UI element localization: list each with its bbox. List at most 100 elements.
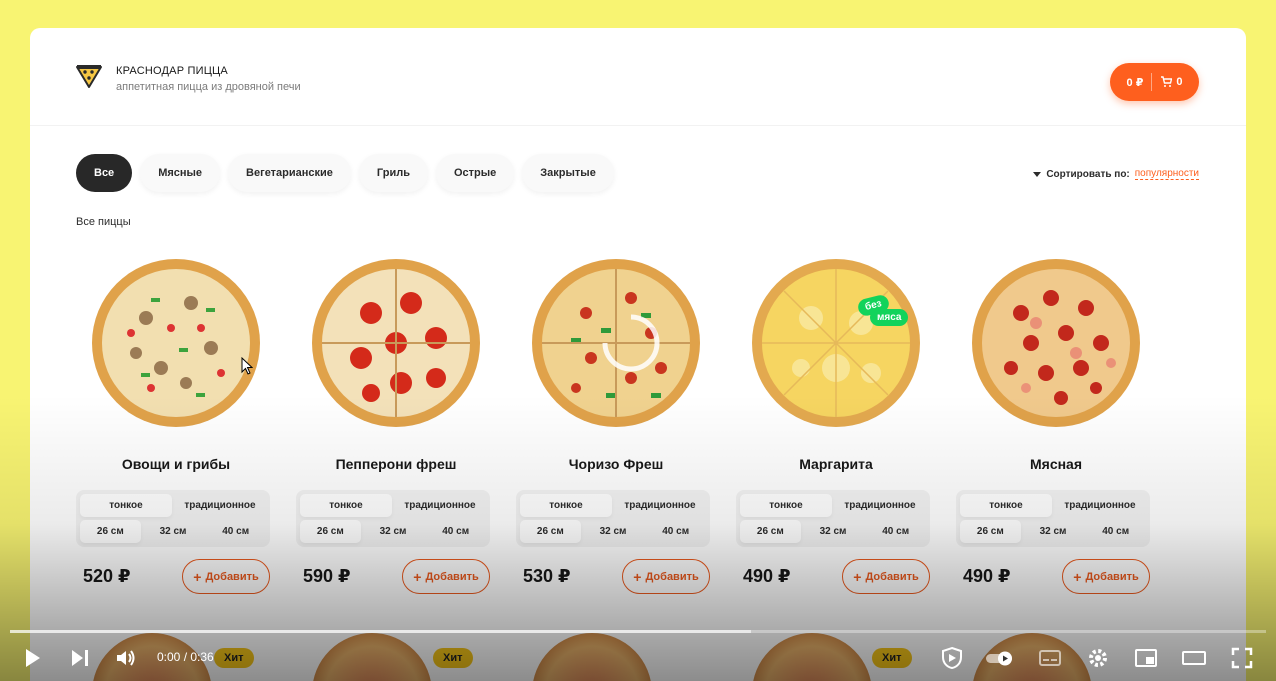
section-title: Все пиццы [76, 216, 131, 228]
plus-icon: + [413, 568, 422, 585]
page-container: КРАСНОДАР ПИЦЦА аппетитная пицца из дров… [30, 28, 1246, 681]
dough-traditional-option[interactable]: традиционное [1054, 494, 1146, 517]
pizza-card: без мяса Маргарита тонкое традиционное 2… [736, 253, 936, 594]
add-to-cart-button[interactable]: + Добавить [1062, 559, 1150, 594]
pizza-image [752, 259, 920, 427]
size-40-option[interactable]: 40 см [865, 520, 926, 543]
add-to-cart-button[interactable]: + Добавить [182, 559, 270, 594]
dough-traditional-option[interactable]: традиционное [174, 494, 266, 517]
pizza-name: Овощи и грибы [121, 456, 231, 472]
pizza-card: Овощи и грибы тонкое традиционное 26 см … [76, 253, 276, 594]
dough-traditional-option[interactable]: традиционное [614, 494, 706, 517]
pizza-price: 520 ₽ [83, 566, 131, 586]
category-vegetarian[interactable]: Вегетарианские [228, 154, 351, 192]
brand-subtitle: аппетитная пицца из дровяной печи [116, 81, 301, 93]
video-controls: 0:00 / 0:36 [0, 638, 1276, 678]
sort-control: Сортировать по: популярности [1033, 168, 1199, 180]
pizza-grid: Овощи и грибы тонкое традиционное 26 см … [76, 253, 1156, 594]
pizza-slice-icon[interactable] [75, 61, 103, 89]
add-label: Добавить [205, 570, 259, 583]
size-32-option[interactable]: 32 см [803, 520, 864, 543]
category-meat[interactable]: Мясные [140, 154, 221, 192]
pizza-name: Чоризо Фреш [568, 456, 664, 472]
add-label: Добавить [425, 570, 479, 583]
dough-thin-option[interactable]: тонкое [960, 494, 1052, 517]
dough-traditional-option[interactable]: традиционное [834, 494, 926, 517]
pizza-options: тонкое традиционное 26 см 32 см 40 см [76, 490, 270, 547]
video-time: 0:00 / 0:36 [157, 650, 214, 664]
size-32-option[interactable]: 32 см [583, 520, 644, 543]
no-meat-badge-bottom: мяса [870, 309, 909, 326]
plus-icon: + [853, 568, 862, 585]
shield-icon[interactable] [940, 646, 964, 670]
dough-thin-option[interactable]: тонкое [520, 494, 612, 517]
size-26-option[interactable]: 26 см [520, 520, 581, 543]
pizza-image [92, 259, 260, 427]
pizza-name: Мясная [1029, 456, 1083, 472]
subtitles-icon[interactable] [1038, 646, 1062, 670]
cart-icon [1161, 76, 1173, 87]
dough-traditional-option[interactable]: традиционное [394, 494, 486, 517]
dough-thin-option[interactable]: тонкое [80, 494, 172, 517]
pizza-price: 490 ₽ [743, 566, 791, 586]
pizza-name: Пепперони фреш [335, 456, 457, 472]
caret-down-icon [1033, 171, 1042, 177]
pizza-options: тонкое традиционное 26 см 32 см 40 см [296, 490, 490, 547]
size-32-option[interactable]: 32 см [143, 520, 204, 543]
plus-icon: + [1073, 568, 1082, 585]
add-label: Добавить [645, 570, 699, 583]
add-label: Добавить [865, 570, 919, 583]
size-40-option[interactable]: 40 см [205, 520, 266, 543]
dough-thin-option[interactable]: тонкое [300, 494, 392, 517]
next-icon[interactable] [68, 646, 92, 670]
volume-icon[interactable] [114, 646, 138, 670]
size-26-option[interactable]: 26 см [960, 520, 1021, 543]
add-to-cart-button[interactable]: + Добавить [402, 559, 490, 594]
size-26-option[interactable]: 26 см [740, 520, 801, 543]
size-32-option[interactable]: 32 см [363, 520, 424, 543]
cart-divider [1151, 73, 1153, 91]
pizza-options: тонкое традиционное 26 см 32 см 40 см [516, 490, 710, 547]
plus-icon: + [633, 568, 642, 585]
size-32-option[interactable]: 32 см [1023, 520, 1084, 543]
category-spicy[interactable]: Острые [435, 154, 515, 192]
video-progress-bar[interactable] [10, 630, 1266, 633]
pizza-price: 490 ₽ [963, 566, 1011, 586]
category-closed[interactable]: Закрытые [522, 154, 614, 192]
header: КРАСНОДАР ПИЦЦА аппетитная пицца из дров… [30, 28, 1246, 126]
cart-button[interactable]: 0 ₽ 0 [1110, 63, 1199, 101]
sort-label: Сортировать по: [1046, 168, 1130, 180]
pizza-card: Мясная тонкое традиционное 26 см 32 см 4… [956, 253, 1156, 594]
brand-title[interactable]: КРАСНОДАР ПИЦЦА [116, 65, 228, 77]
category-tabs: Все Мясные Вегетарианские Гриль Острые З… [76, 154, 614, 192]
add-label: Добавить [1085, 570, 1139, 583]
cart-count: 0 [1176, 76, 1183, 88]
plus-icon: + [193, 568, 202, 585]
pizza-card: Пепперони фреш тонкое традиционное 26 см… [296, 253, 496, 594]
size-40-option[interactable]: 40 см [425, 520, 486, 543]
category-all[interactable]: Все [76, 154, 133, 192]
pizza-price: 590 ₽ [303, 566, 351, 586]
play-icon[interactable] [20, 646, 44, 670]
pizza-price: 530 ₽ [523, 566, 571, 586]
pizza-image [972, 259, 1140, 427]
add-to-cart-button[interactable]: + Добавить [842, 559, 930, 594]
miniplayer-icon[interactable] [1134, 646, 1158, 670]
cart-total: 0 ₽ [1126, 76, 1144, 89]
dough-thin-option[interactable]: тонкое [740, 494, 832, 517]
mouse-cursor-icon [241, 357, 253, 375]
size-40-option[interactable]: 40 см [1085, 520, 1146, 543]
sort-value[interactable]: популярности [1134, 168, 1199, 180]
pizza-image [312, 259, 480, 427]
fullscreen-icon[interactable] [1230, 646, 1254, 670]
category-grill[interactable]: Гриль [358, 154, 428, 192]
add-to-cart-button[interactable]: + Добавить [622, 559, 710, 594]
video-progress-played [10, 630, 752, 633]
theater-mode-icon[interactable] [1182, 646, 1206, 670]
settings-gear-icon[interactable] [1086, 646, 1110, 670]
pizza-options: тонкое традиционное 26 см 32 см 40 см [956, 490, 1150, 547]
size-40-option[interactable]: 40 см [645, 520, 706, 543]
autoplay-toggle-icon[interactable] [984, 646, 1016, 670]
size-26-option[interactable]: 26 см [300, 520, 361, 543]
size-26-option[interactable]: 26 см [80, 520, 141, 543]
